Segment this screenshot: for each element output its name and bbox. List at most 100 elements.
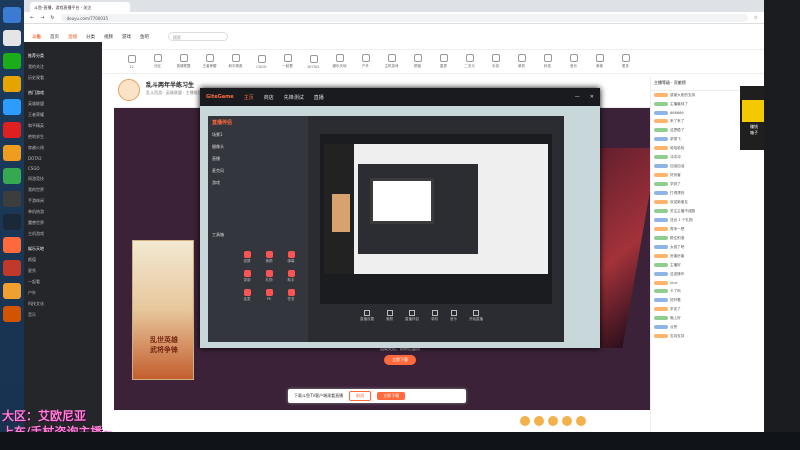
game-icon[interactable]: [3, 260, 21, 276]
category-item[interactable]: 科技: [536, 54, 559, 69]
sidebar-item[interactable]: 魔兽世界: [28, 217, 98, 228]
category-item[interactable]: 分区: [146, 54, 169, 69]
nav-item-video[interactable]: 视频: [104, 34, 113, 40]
close-icon[interactable]: ✕: [590, 94, 594, 100]
nav-item-live[interactable]: 直播: [68, 34, 77, 40]
sidebar-item[interactable]: 娱乐天地: [28, 243, 98, 254]
sidebar-item[interactable]: 户外: [28, 287, 98, 298]
obs-source-item[interactable]: 麦克风: [208, 165, 308, 177]
qq-icon[interactable]: [3, 99, 21, 115]
category-item[interactable]: 音乐: [562, 54, 585, 69]
forward-icon[interactable]: →: [40, 15, 44, 21]
sidebar-item[interactable]: DOTA2: [28, 153, 98, 163]
sidebar-item[interactable]: 网游竞技: [28, 173, 98, 184]
category-item[interactable]: 英雄联盟: [172, 54, 195, 69]
category-item[interactable]: 更多: [614, 54, 637, 69]
back-icon[interactable]: ←: [30, 15, 34, 21]
category-item[interactable]: 二次元: [458, 54, 481, 69]
tool-button[interactable]: PK: [259, 289, 279, 301]
address-input[interactable]: douyu.com/7700035: [60, 13, 748, 22]
game-poster[interactable]: 乱世英雄 武将争锋: [132, 240, 194, 380]
reload-icon[interactable]: ↻: [50, 15, 54, 21]
tool-button[interactable]: 录制: [237, 270, 257, 283]
obs-source-item[interactable]: 直播: [208, 153, 308, 165]
tool-button[interactable]: 礼物: [259, 270, 279, 283]
wechat-icon[interactable]: [3, 53, 21, 69]
media-icon[interactable]: [3, 306, 21, 322]
category-item[interactable]: 单机: [510, 54, 533, 69]
promo-button[interactable]: 立即下载: [384, 355, 416, 365]
tool-button[interactable]: 助手: [281, 270, 301, 283]
minimize-icon[interactable]: —: [575, 94, 580, 100]
tool-button[interactable]: 弹幕: [281, 251, 301, 264]
folder-icon[interactable]: [3, 76, 21, 92]
category-item[interactable]: DOTA2: [302, 54, 325, 69]
sidebar-item[interactable]: 热门游戏: [28, 87, 98, 98]
recycle-icon[interactable]: [3, 30, 21, 46]
sidebar-item[interactable]: 我的关注: [28, 61, 98, 72]
tool-button[interactable]: 连麦: [237, 289, 257, 302]
obs-bottom-button[interactable]: 直播伴侣: [405, 310, 419, 322]
sidebar-item[interactable]: 英雄联盟: [28, 98, 98, 109]
sidebar-item[interactable]: 绝地求生: [28, 131, 98, 142]
nav-item-yuba[interactable]: 鱼吧: [140, 34, 149, 40]
gift-icon[interactable]: [576, 416, 586, 426]
nav-item-home[interactable]: 首页: [50, 34, 59, 40]
gamebox-tab-home[interactable]: 主页: [244, 94, 254, 101]
category-item[interactable]: 颜值: [406, 54, 429, 69]
category-item[interactable]: 王者荣耀: [198, 54, 221, 69]
sidebar-item[interactable]: 星秀: [28, 265, 98, 276]
category-item[interactable]: 主机游戏: [380, 54, 403, 69]
chrome-icon[interactable]: [3, 168, 21, 184]
avatar[interactable]: [118, 79, 140, 101]
category-item[interactable]: 一起看: [276, 54, 299, 69]
obs-source-item[interactable]: 摄像头: [208, 141, 308, 153]
app-icon[interactable]: [3, 145, 21, 161]
sidebar-item[interactable]: 音乐: [28, 309, 98, 320]
sidebar-item[interactable]: 颜值: [28, 254, 98, 265]
browser-tab[interactable]: 斗鱼-直播，游戏直播平台 - 关注: [30, 2, 130, 12]
nav-item-category[interactable]: 分类: [86, 34, 95, 40]
toast-confirm-button[interactable]: 立即下载: [377, 392, 406, 400]
obs-bottom-button[interactable]: 音乐: [450, 310, 457, 322]
category-item[interactable]: 手游: [484, 54, 507, 69]
tool-button[interactable]: 投屏: [237, 251, 257, 264]
gift-icon[interactable]: [520, 416, 530, 426]
sidebar-item[interactable]: 单机热游: [28, 206, 98, 217]
category-item[interactable]: CSGO: [250, 54, 273, 69]
nav-item-game[interactable]: 游戏: [122, 34, 131, 40]
category-item[interactable]: 和平精英: [224, 54, 247, 69]
gamebox-tab-store[interactable]: 商店: [264, 94, 274, 101]
tool-icon[interactable]: [3, 283, 21, 299]
obs-source-item[interactable]: 场景1: [208, 129, 308, 141]
gift-icon[interactable]: [548, 416, 558, 426]
gift-icon[interactable]: [534, 416, 544, 426]
sidebar-item[interactable]: CSGO: [28, 163, 98, 173]
sidebar-item[interactable]: 王者荣耀: [28, 109, 98, 120]
tool-button[interactable]: 任务: [281, 289, 301, 302]
computer-icon[interactable]: [3, 7, 21, 23]
steam-icon[interactable]: [3, 214, 21, 230]
obs-bottom-button[interactable]: 直播设置: [360, 310, 374, 322]
sidebar-item[interactable]: 穿越火线: [28, 142, 98, 153]
category-item[interactable]: 户外: [354, 54, 377, 69]
obs-icon[interactable]: [3, 191, 21, 207]
sidebar-item[interactable]: 推荐分类: [28, 50, 98, 61]
category-item[interactable]: 星秀: [432, 54, 455, 69]
sidebar-item[interactable]: 我的世界: [28, 184, 98, 195]
obs-source-item[interactable]: 游戏: [208, 177, 308, 189]
obs-bottom-button[interactable]: 开始直播: [469, 310, 483, 322]
obs-bottom-button[interactable]: 录制: [431, 310, 438, 322]
category-item[interactable]: 12: [120, 54, 143, 69]
sidebar-item[interactable]: 主机游戏: [28, 228, 98, 239]
sidebar-item[interactable]: 科技文化: [28, 298, 98, 309]
category-item[interactable]: 娱乐天地: [328, 54, 351, 69]
search-input[interactable]: 搜索: [168, 32, 228, 41]
sidebar-item[interactable]: 手游休闲: [28, 195, 98, 206]
toast-cancel-button[interactable]: 取消: [349, 391, 372, 401]
gamebox-tab-live[interactable]: 直播: [314, 94, 324, 101]
gift-icon[interactable]: [562, 416, 572, 426]
douyu-logo[interactable]: 斗鱼: [32, 34, 41, 40]
gamebox-tab-test[interactable]: 先锋测试: [284, 94, 304, 101]
category-item[interactable]: 美食: [588, 54, 611, 69]
